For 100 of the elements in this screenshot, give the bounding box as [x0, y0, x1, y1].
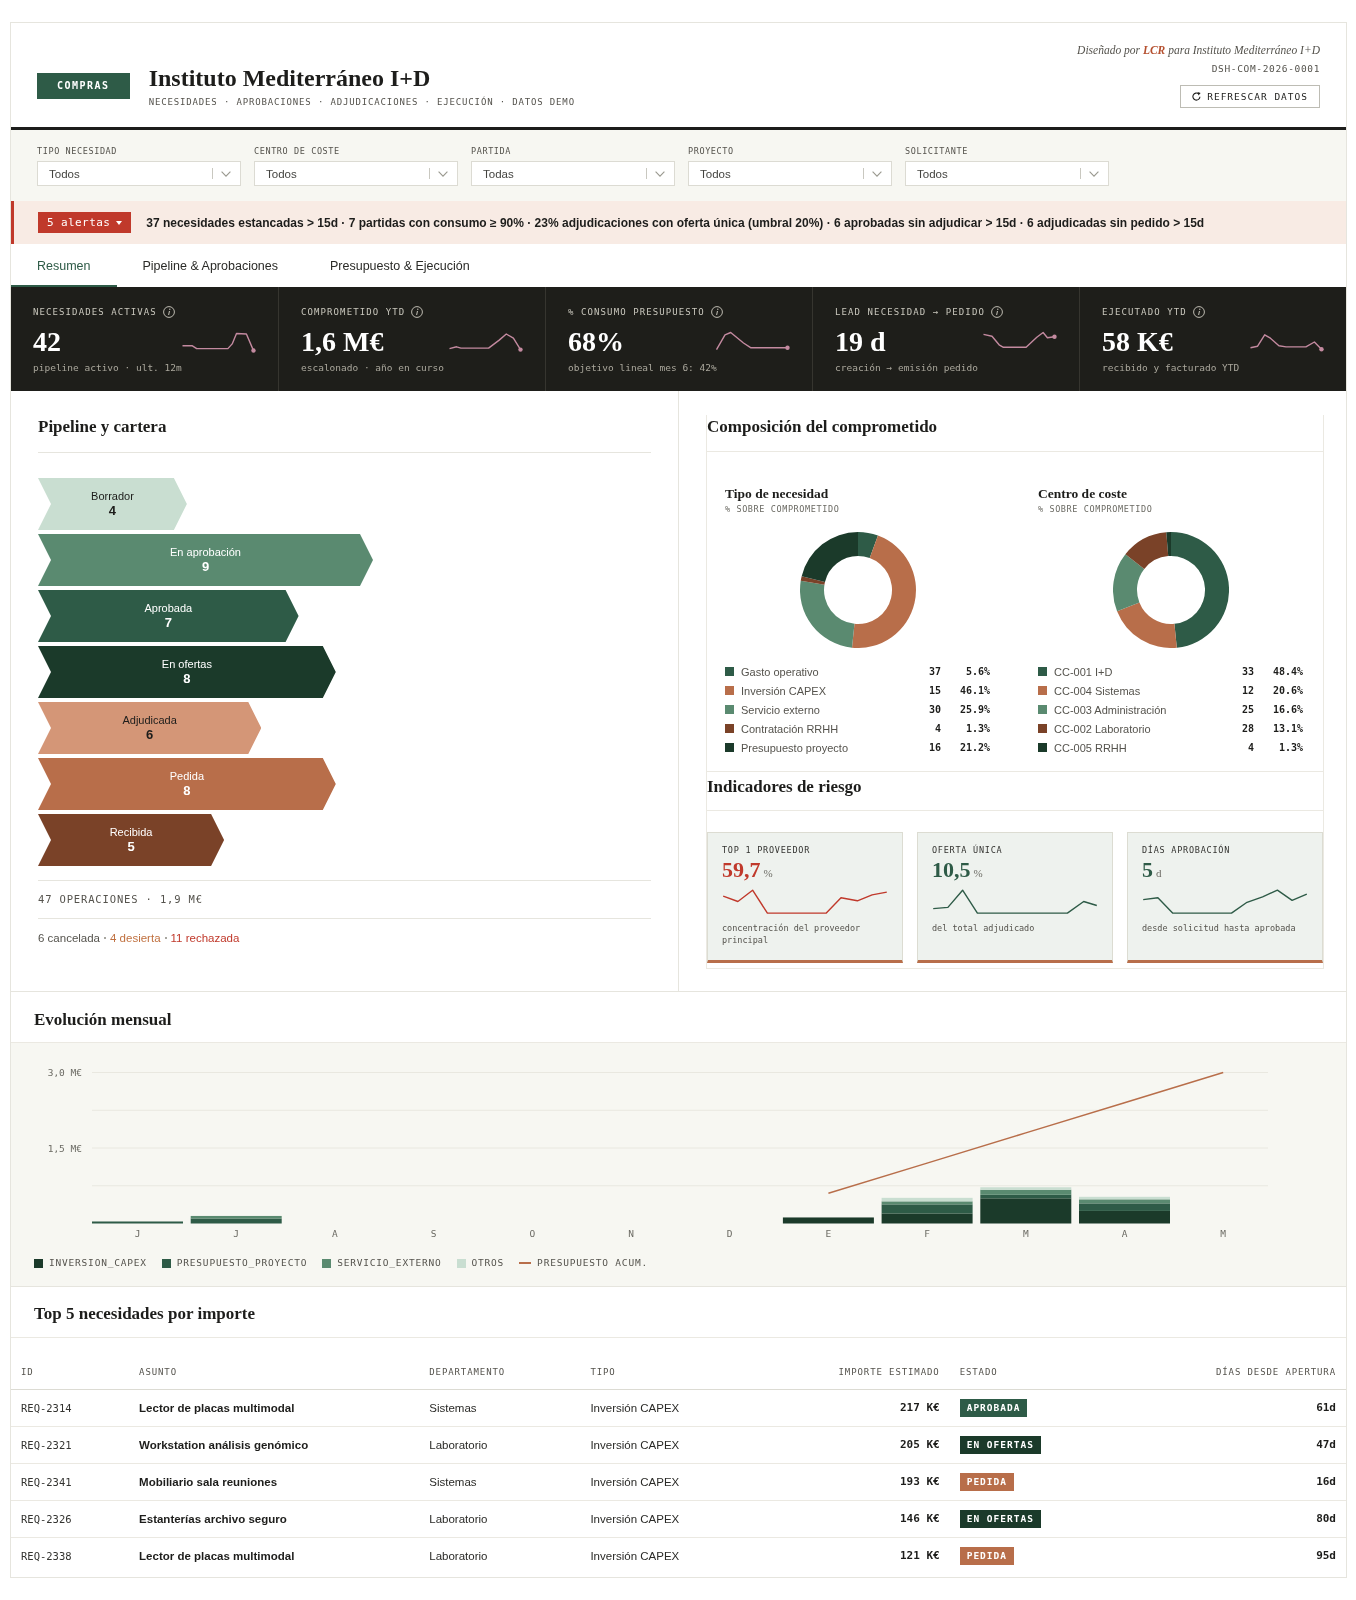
axis-label: A: [332, 1228, 338, 1239]
tab[interactable]: Presupuesto & Ejecución: [304, 244, 496, 287]
kpi-value: 1,6 M€: [301, 326, 384, 358]
axis-label: S: [430, 1228, 437, 1239]
table-cell: Laboratorio: [419, 1426, 581, 1463]
refresh-icon: [1192, 92, 1202, 101]
info-icon: [990, 306, 1003, 318]
risk-label: OFERTA ÚNICA: [932, 845, 1004, 855]
table-cell: REQ-2326: [11, 1500, 130, 1537]
legend-share: 46.1%: [958, 685, 990, 696]
column-header: DEPARTAMENTO: [419, 1356, 581, 1389]
table-cell: 16d: [1149, 1463, 1346, 1500]
legend-share: 21.2%: [958, 742, 990, 753]
filter-label: SOLICITANTE: [905, 146, 969, 156]
table-cell: 80d: [1149, 1500, 1346, 1537]
risk-caption: del total adjudicado: [932, 922, 1036, 934]
kpi-label: LEAD NECESIDAD → PEDIDO: [835, 306, 985, 319]
axis-label: A: [1121, 1228, 1128, 1239]
risk-value: 10,5: [932, 858, 971, 882]
axis-label: E: [825, 1228, 832, 1239]
legend-share: 48.4%: [1271, 666, 1303, 677]
stage-label: Recibida: [109, 826, 153, 839]
filter-select[interactable]: Todos: [37, 161, 241, 186]
table-cell: 47d: [1149, 1426, 1346, 1463]
legend-count: 28: [1241, 723, 1254, 734]
column-header: ESTADO: [949, 1356, 1150, 1389]
legend-count: 16: [928, 742, 941, 753]
risk-label: TOP 1 PROVEEDOR: [722, 845, 811, 855]
app-subtitle: NECESIDADES · APROBACIONES · ADJUDICACIONES · EJECUCIÓN · DATOS DEMO: [148, 96, 575, 108]
chevron-down-icon: [438, 170, 448, 177]
table-cell: 205 K€: [760, 1426, 950, 1463]
credit-text: Diseñado por LCR para Instituto Mediterráneo I+D: [1077, 43, 1320, 57]
alerts-button[interactable]: 5 alertas: [38, 212, 132, 233]
axis-label: F: [924, 1228, 930, 1239]
table-cell: Lector de placas multimodal: [129, 1389, 420, 1426]
legend-share: 5.6%: [964, 666, 990, 677]
closed-count: 6 cancelada: [38, 931, 101, 945]
table-cell: Laboratorio: [419, 1500, 581, 1537]
table-cell: Sistemas: [419, 1463, 581, 1500]
table-cell: Sistemas: [419, 1389, 581, 1426]
risk-caption: concentración del proveedor principal: [722, 922, 862, 946]
status-badge: PEDIDA: [959, 1472, 1014, 1491]
legend-share: 20.6%: [1271, 685, 1303, 696]
column-header: TIPO: [580, 1356, 761, 1389]
stage-label: Adjudicada: [122, 714, 177, 727]
table-cell: Inversión CAPEX: [580, 1463, 761, 1500]
stage-label: Pedida: [169, 770, 205, 783]
kpi-label: COMPROMETIDO YTD: [301, 306, 406, 319]
chevron-down-icon: [872, 170, 882, 177]
risk-value: 5: [1142, 858, 1153, 882]
info-icon: [162, 306, 175, 318]
section-title: Pipeline y cartera: [38, 416, 651, 453]
kpi-caption: recibido y facturado YTD: [1102, 362, 1241, 374]
table-cell: REQ-2321: [11, 1426, 130, 1463]
table-cell: 146 K€: [760, 1500, 950, 1537]
legend-label: PRESUPUESTO_PROYECTO: [176, 1256, 308, 1270]
kpi-label: % CONSUMO PRESUPUESTO: [568, 306, 705, 319]
legend-label: INVERSION_CAPEX: [49, 1256, 147, 1270]
refresh-button[interactable]: REFRESCAR DATOS: [1180, 85, 1320, 108]
kpi-value: 42: [33, 326, 61, 358]
closed-count: 11 rechazada: [170, 931, 240, 945]
axis-label: N: [628, 1228, 634, 1239]
tab[interactable]: Pipeline & Aprobaciones: [116, 244, 304, 287]
module-badge: COMPRAS: [37, 72, 130, 99]
stage-count: 8: [183, 783, 191, 798]
filter-select[interactable]: Todos: [254, 161, 458, 186]
pipeline-summary: 47 OPERACIONES · 1,9 M€: [38, 880, 651, 919]
table-cell: 217 K€: [760, 1389, 950, 1426]
filter-select[interactable]: Todos: [688, 161, 892, 186]
kpi-label: NECESIDADES ACTIVAS: [33, 306, 157, 319]
legend-count: 37: [928, 666, 941, 677]
legend-count: 4: [934, 723, 941, 734]
stage-label: En aprobación: [170, 546, 241, 559]
legend-label: Servicio externo: [741, 703, 821, 716]
axis-label: D: [726, 1228, 733, 1239]
risk-caption: desde solicitud hasta aprobada: [1142, 922, 1297, 934]
table-cell: Inversión CAPEX: [580, 1500, 761, 1537]
risk-unit: %: [973, 867, 983, 879]
table-cell: 121 K€: [760, 1537, 950, 1574]
table-cell: 193 K€: [760, 1463, 950, 1500]
legend-count: 15: [928, 685, 941, 696]
table-cell: 61d: [1149, 1389, 1346, 1426]
status-badge: EN OFERTAS: [959, 1509, 1041, 1528]
legend-share: 1.3%: [1277, 742, 1303, 753]
legend-count: 25: [1241, 704, 1254, 715]
axis-label: M: [1220, 1228, 1227, 1239]
app-title: Instituto Mediterráneo I+D: [148, 64, 432, 93]
section-title: Top 5 necesidades por importe: [11, 1287, 1346, 1338]
filter-select[interactable]: Todos: [905, 161, 1109, 186]
chart-title: Tipo de necesidad: [725, 485, 830, 503]
axis-label: J: [134, 1228, 141, 1239]
stage-count: 4: [108, 503, 117, 518]
filter-select[interactable]: Todas: [471, 161, 675, 186]
kpi-value: 68%: [568, 326, 624, 358]
filter-label: CENTRO DE COSTE: [254, 146, 341, 156]
kpi-caption: pipeline activo · ult. 12m: [33, 362, 183, 374]
chevron-down-icon: [1089, 170, 1099, 177]
column-header: ASUNTO: [129, 1356, 420, 1389]
table-cell: Workstation análisis genómico: [129, 1426, 420, 1463]
status-badge: PEDIDA: [959, 1546, 1014, 1565]
